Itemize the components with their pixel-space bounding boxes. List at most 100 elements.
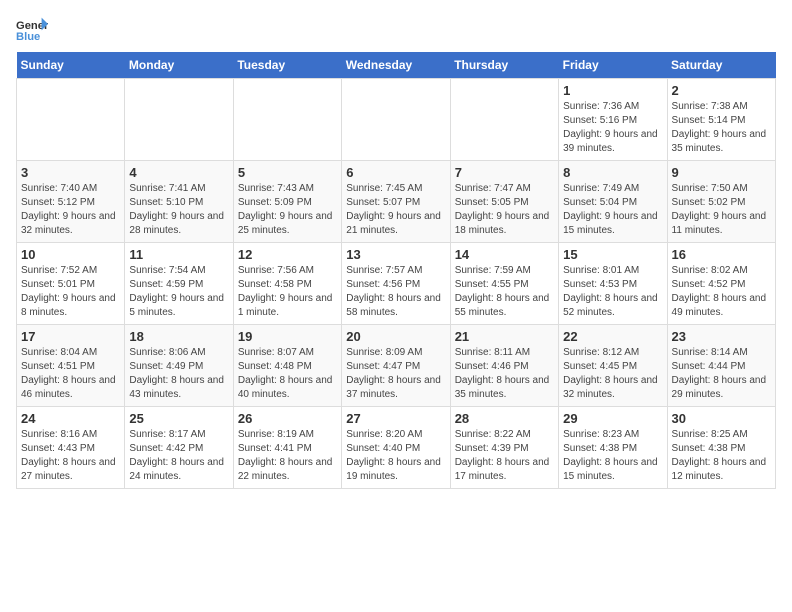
calendar-cell: 22 Sunrise: 8:12 AM Sunset: 4:45 PM Dayli…: [559, 325, 667, 407]
day-number: 17: [21, 329, 120, 344]
calendar-cell: 14 Sunrise: 7:59 AM Sunset: 4:55 PM Dayli…: [450, 243, 558, 325]
day-info: Sunrise: 7:57 AM Sunset: 4:56 PM Dayligh…: [346, 264, 445, 320]
calendar-cell: 21 Sunrise: 8:11 AM Sunset: 4:46 PM Dayli…: [450, 325, 558, 407]
logo: General Blue: [16, 16, 48, 44]
calendar-cell: 6Sunrise: 7:45 AM Sunset: 5:07 PM Daylig…: [342, 161, 450, 243]
day-number: 30: [672, 411, 771, 426]
day-info: Sunrise: 7:38 AM Sunset: 5:14 PM Dayligh…: [672, 100, 771, 156]
calendar-cell: 17 Sunrise: 8:04 AM Sunset: 4:51 PM Dayli…: [17, 325, 125, 407]
calendar-cell: 25 Sunrise: 8:17 AM Sunset: 4:42 PM Dayli…: [125, 407, 233, 489]
day-info: Sunrise: 7:45 AM Sunset: 5:07 PM Dayligh…: [346, 182, 445, 238]
day-number: 27: [346, 411, 445, 426]
calendar-header-row: SundayMondayTuesdayWednesdayThursdayFrid…: [17, 52, 776, 79]
header-sunday: Sunday: [17, 52, 125, 79]
day-number: 5: [238, 165, 337, 180]
calendar-cell: [342, 79, 450, 161]
day-number: 2: [672, 83, 771, 98]
day-number: 11: [129, 247, 228, 262]
day-number: 25: [129, 411, 228, 426]
calendar-week-1: 1Sunrise: 7:36 AM Sunset: 5:16 PM Daylig…: [17, 79, 776, 161]
calendar-cell: 8 Sunrise: 7:49 AM Sunset: 5:04 PM Daylig…: [559, 161, 667, 243]
day-info: Sunrise: 8:23 AM Sunset: 4:38 PM Dayligh…: [563, 428, 662, 484]
calendar-cell: 23 Sunrise: 8:14 AM Sunset: 4:44 PM Dayli…: [667, 325, 775, 407]
header-monday: Monday: [125, 52, 233, 79]
calendar-week-5: 24 Sunrise: 8:16 AM Sunset: 4:43 PM Dayli…: [17, 407, 776, 489]
day-number: 9: [672, 165, 771, 180]
calendar-cell: 19 Sunrise: 8:07 AM Sunset: 4:48 PM Dayli…: [233, 325, 341, 407]
day-number: 4: [129, 165, 228, 180]
day-info: Sunrise: 7:43 AM Sunset: 5:09 PM Dayligh…: [238, 182, 337, 238]
day-number: 14: [455, 247, 554, 262]
day-info: Sunrise: 7:56 AM Sunset: 4:58 PM Dayligh…: [238, 264, 337, 320]
calendar-cell: 12 Sunrise: 7:56 AM Sunset: 4:58 PM Dayli…: [233, 243, 341, 325]
day-info: Sunrise: 8:19 AM Sunset: 4:41 PM Dayligh…: [238, 428, 337, 484]
logo-icon: General Blue: [16, 16, 48, 44]
calendar-week-3: 10 Sunrise: 7:52 AM Sunset: 5:01 PM Dayli…: [17, 243, 776, 325]
day-info: Sunrise: 7:59 AM Sunset: 4:55 PM Dayligh…: [455, 264, 554, 320]
day-info: Sunrise: 8:07 AM Sunset: 4:48 PM Dayligh…: [238, 346, 337, 402]
calendar-cell: 5 Sunrise: 7:43 AM Sunset: 5:09 PM Daylig…: [233, 161, 341, 243]
day-number: 21: [455, 329, 554, 344]
day-info: Sunrise: 8:01 AM Sunset: 4:53 PM Dayligh…: [563, 264, 662, 320]
header-wednesday: Wednesday: [342, 52, 450, 79]
day-number: 19: [238, 329, 337, 344]
day-number: 20: [346, 329, 445, 344]
calendar-cell: [17, 79, 125, 161]
day-info: Sunrise: 7:52 AM Sunset: 5:01 PM Dayligh…: [21, 264, 120, 320]
day-info: Sunrise: 8:11 AM Sunset: 4:46 PM Dayligh…: [455, 346, 554, 402]
day-info: Sunrise: 8:17 AM Sunset: 4:42 PM Dayligh…: [129, 428, 228, 484]
day-number: 28: [455, 411, 554, 426]
header-friday: Friday: [559, 52, 667, 79]
day-number: 15: [563, 247, 662, 262]
calendar-cell: 16 Sunrise: 8:02 AM Sunset: 4:52 PM Dayli…: [667, 243, 775, 325]
day-info: Sunrise: 8:02 AM Sunset: 4:52 PM Dayligh…: [672, 264, 771, 320]
header-saturday: Saturday: [667, 52, 775, 79]
day-number: 18: [129, 329, 228, 344]
day-info: Sunrise: 7:41 AM Sunset: 5:10 PM Dayligh…: [129, 182, 228, 238]
calendar-cell: 30Sunrise: 8:25 AM Sunset: 4:38 PM Dayli…: [667, 407, 775, 489]
calendar-cell: 20Sunrise: 8:09 AM Sunset: 4:47 PM Dayli…: [342, 325, 450, 407]
calendar-week-4: 17 Sunrise: 8:04 AM Sunset: 4:51 PM Dayli…: [17, 325, 776, 407]
header-thursday: Thursday: [450, 52, 558, 79]
calendar-table: SundayMondayTuesdayWednesdayThursdayFrid…: [16, 52, 776, 489]
calendar-cell: 28Sunrise: 8:22 AM Sunset: 4:39 PM Dayli…: [450, 407, 558, 489]
day-number: 10: [21, 247, 120, 262]
calendar-cell: 9 Sunrise: 7:50 AM Sunset: 5:02 PM Daylig…: [667, 161, 775, 243]
calendar-cell: 4 Sunrise: 7:41 AM Sunset: 5:10 PM Daylig…: [125, 161, 233, 243]
day-number: 16: [672, 247, 771, 262]
day-info: Sunrise: 8:14 AM Sunset: 4:44 PM Dayligh…: [672, 346, 771, 402]
day-info: Sunrise: 8:20 AM Sunset: 4:40 PM Dayligh…: [346, 428, 445, 484]
calendar-cell: 10 Sunrise: 7:52 AM Sunset: 5:01 PM Dayli…: [17, 243, 125, 325]
day-number: 12: [238, 247, 337, 262]
day-info: Sunrise: 7:47 AM Sunset: 5:05 PM Dayligh…: [455, 182, 554, 238]
day-info: Sunrise: 7:40 AM Sunset: 5:12 PM Dayligh…: [21, 182, 120, 238]
calendar-cell: [233, 79, 341, 161]
calendar-cell: 1Sunrise: 7:36 AM Sunset: 5:16 PM Daylig…: [559, 79, 667, 161]
day-info: Sunrise: 7:49 AM Sunset: 5:04 PM Dayligh…: [563, 182, 662, 238]
day-info: Sunrise: 7:36 AM Sunset: 5:16 PM Dayligh…: [563, 100, 662, 156]
day-number: 23: [672, 329, 771, 344]
calendar-cell: 27 Sunrise: 8:20 AM Sunset: 4:40 PM Dayli…: [342, 407, 450, 489]
calendar-cell: 26 Sunrise: 8:19 AM Sunset: 4:41 PM Dayli…: [233, 407, 341, 489]
calendar-cell: 13 Sunrise: 7:57 AM Sunset: 4:56 PM Dayli…: [342, 243, 450, 325]
calendar-cell: 2 Sunrise: 7:38 AM Sunset: 5:14 PM Daylig…: [667, 79, 775, 161]
day-info: Sunrise: 8:16 AM Sunset: 4:43 PM Dayligh…: [21, 428, 120, 484]
calendar-cell: 24 Sunrise: 8:16 AM Sunset: 4:43 PM Dayli…: [17, 407, 125, 489]
day-info: Sunrise: 8:12 AM Sunset: 4:45 PM Dayligh…: [563, 346, 662, 402]
calendar-cell: [450, 79, 558, 161]
day-number: 26: [238, 411, 337, 426]
calendar-cell: 3 Sunrise: 7:40 AM Sunset: 5:12 PM Daylig…: [17, 161, 125, 243]
day-number: 8: [563, 165, 662, 180]
day-info: Sunrise: 8:04 AM Sunset: 4:51 PM Dayligh…: [21, 346, 120, 402]
day-number: 24: [21, 411, 120, 426]
calendar-cell: 29Sunrise: 8:23 AM Sunset: 4:38 PM Dayli…: [559, 407, 667, 489]
day-number: 3: [21, 165, 120, 180]
header-tuesday: Tuesday: [233, 52, 341, 79]
calendar-cell: [125, 79, 233, 161]
calendar-week-2: 3 Sunrise: 7:40 AM Sunset: 5:12 PM Daylig…: [17, 161, 776, 243]
day-number: 13: [346, 247, 445, 262]
day-number: 22: [563, 329, 662, 344]
svg-text:Blue: Blue: [16, 31, 40, 43]
page-header: General Blue: [16, 16, 776, 44]
day-info: Sunrise: 7:50 AM Sunset: 5:02 PM Dayligh…: [672, 182, 771, 238]
